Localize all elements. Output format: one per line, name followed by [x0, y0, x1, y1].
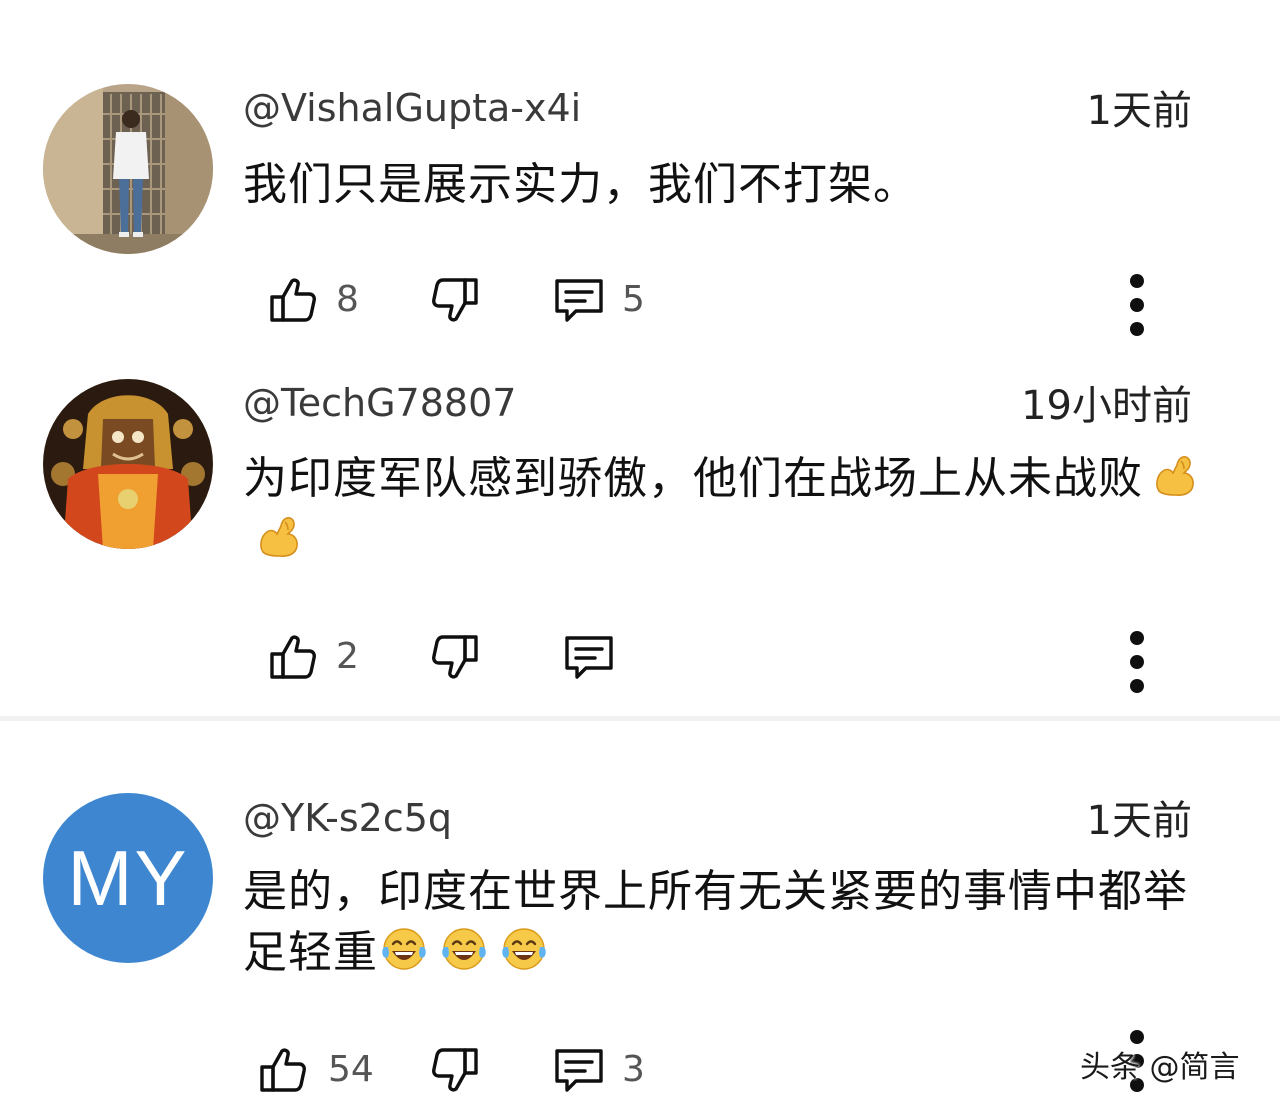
- reply-comment-icon[interactable]: [552, 1043, 606, 1097]
- thumbs-up-icon[interactable]: [256, 1043, 310, 1097]
- comment-timestamp: 1天前: [1086, 798, 1192, 844]
- reply-count: 3: [622, 1049, 645, 1090]
- user-avatar[interactable]: MY: [43, 793, 213, 963]
- tears-of-joy-emoji: [440, 925, 488, 973]
- watermark: 头条 @简言: [1080, 1050, 1240, 1085]
- comment-author[interactable]: @YK-s2c5q: [243, 794, 452, 842]
- thumbs-down-icon[interactable]: [428, 1043, 482, 1097]
- comment-item: MY @YK-s2c5q 1天前 是的，印度在世界上所有无关紧要的事情中都举足轻…: [0, 0, 1280, 1113]
- comment-text: 是的，印度在世界上所有无关紧要的事情中都举足轻重: [243, 861, 1203, 983]
- like-count: 54: [328, 1049, 374, 1090]
- tears-of-joy-emoji: [380, 925, 428, 973]
- tears-of-joy-emoji: [500, 925, 548, 973]
- avatar-initials: MY: [43, 793, 213, 963]
